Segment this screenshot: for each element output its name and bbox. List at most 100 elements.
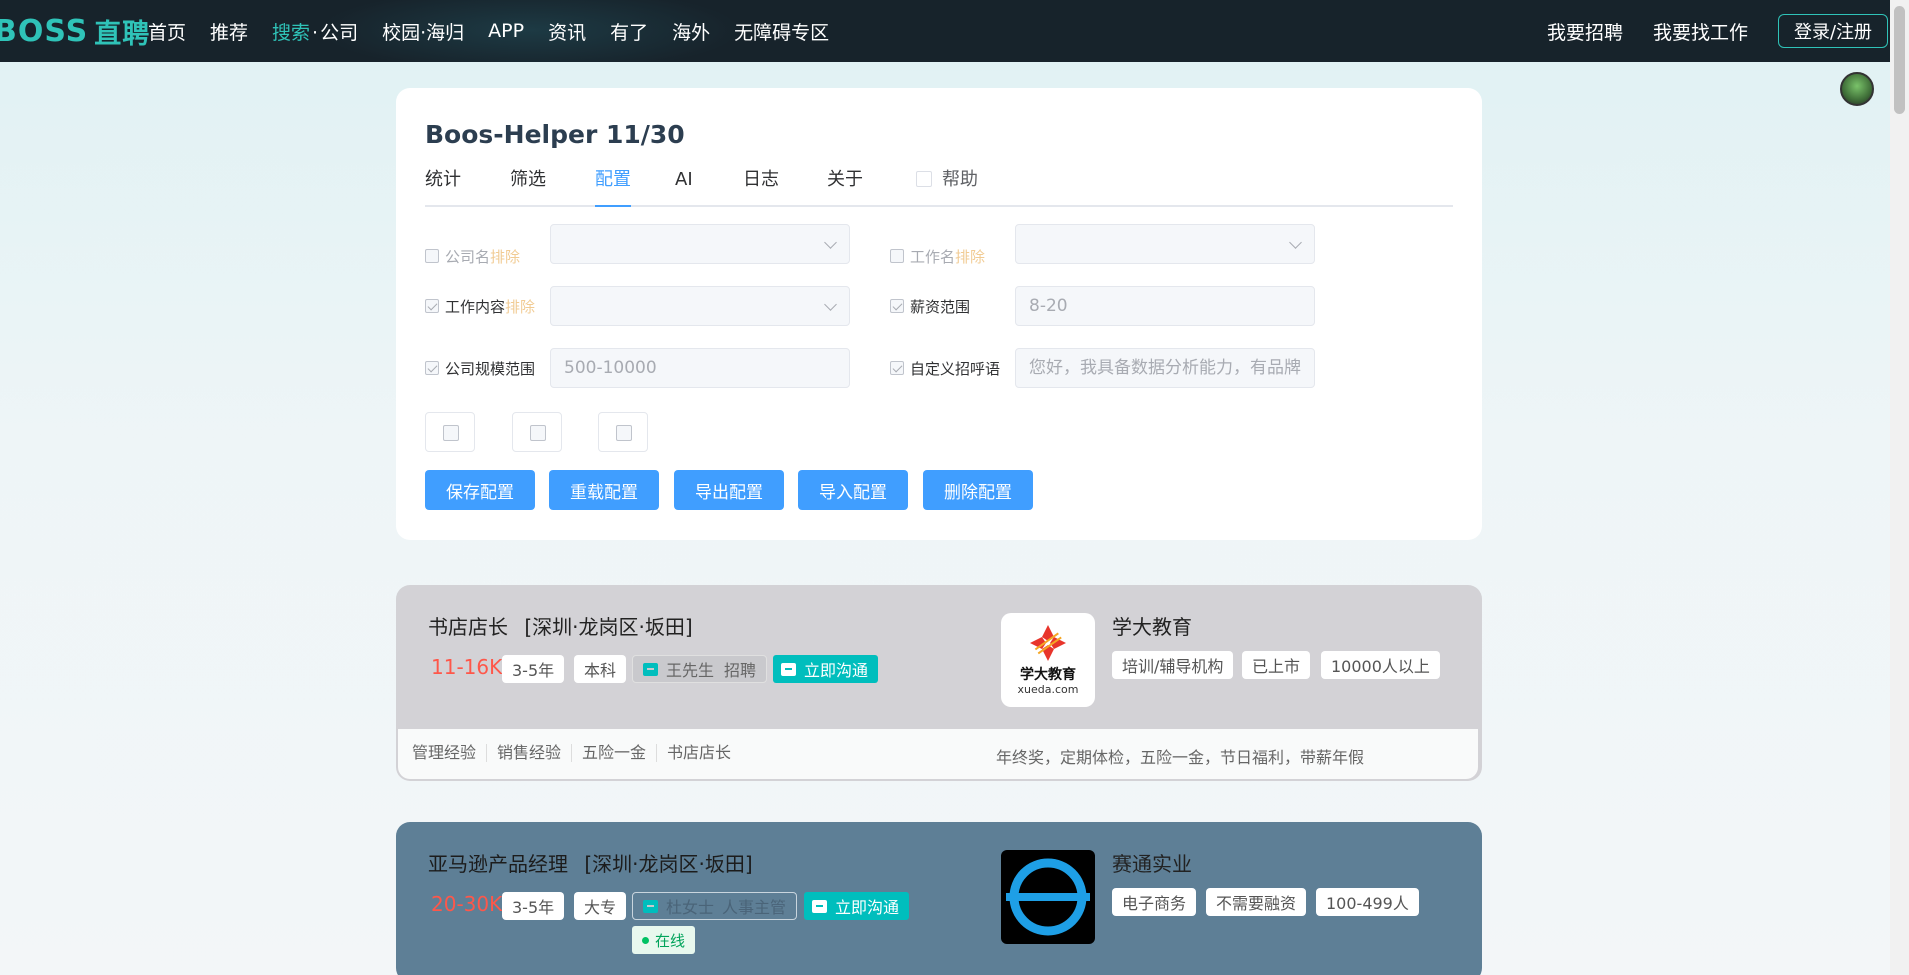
scrollbar-thumb[interactable] [1894,6,1905,114]
chevron-down-icon [824,236,837,249]
company-name-exclude-label[interactable]: 公司名 排除 [425,236,520,276]
chat-now-label: 立即沟通 [835,898,900,917]
company-name-select[interactable] [550,224,850,264]
chevron-down-icon [1289,236,1302,249]
job-name-checkbox[interactable] [890,249,904,263]
export-config-button[interactable]: 导出配置 [674,470,784,510]
chat-now-button[interactable]: 立即沟通 [804,892,910,920]
job-location: [深圳·龙岗区·坂田] [584,852,753,876]
company-name-checkbox[interactable] [425,249,439,263]
main-nav: 首页 推荐 搜索 · 公司 校园·海归 APP 资讯 有了 海外 无障碍专区 [148,0,853,62]
tab-about[interactable]: 关于 [827,168,863,207]
tab-help[interactable]: 帮助 [916,168,978,207]
xueda-logo-icon: 学大教育 xueda.com [1018,625,1078,696]
help-checkbox[interactable] [916,171,932,187]
job-card[interactable]: 书店店长 [深圳·龙岗区·坂田] 11-16K 3-5年 本科 王先生 招聘 立… [396,585,1482,781]
option-checkbox-1[interactable] [425,412,475,452]
job-exp-tag: 3-5年 [502,655,565,683]
job-name-exclude-label[interactable]: 工作名 排除 [890,236,985,276]
company-scale-checkbox[interactable] [425,361,439,375]
nav-youle[interactable]: 有了 [610,18,648,45]
chat-now-label: 立即沟通 [804,661,869,680]
option-checkbox-2[interactable] [512,412,562,452]
nav-search[interactable]: 搜索 [272,22,310,44]
company-scale-label[interactable]: 公司规模范围 [425,348,535,388]
nav-recommend[interactable]: 推荐 [210,18,248,45]
tab-config[interactable]: 配置 [595,168,631,207]
company-logo[interactable]: 学大教育 xueda.com [1001,613,1095,707]
job-content-exclude-label[interactable]: 工作内容 排除 [425,286,535,326]
helper-tabs: 统计 筛选 配置 AI 日志 关于 帮助 [425,168,1453,207]
right-nav: 我要招聘 我要找工作 登录/注册 [1547,0,1890,62]
chat-icon [781,662,796,676]
chat-icon [643,899,658,913]
save-config-button[interactable]: 保存配置 [425,470,535,510]
boss-name: 杜女士 [666,898,715,917]
salary-range-label[interactable]: 薪资范围 [890,286,970,326]
nav-home[interactable]: 首页 [148,18,186,45]
company-name-label: 公司名 [445,247,491,266]
nav-recruit[interactable]: 我要招聘 [1547,18,1623,45]
helper-panel: Boos-Helper 11/30 统计 筛选 配置 AI 日志 关于 帮助 公… [396,88,1482,540]
nav-find-job[interactable]: 我要找工作 [1653,18,1748,45]
tab-log[interactable]: 日志 [743,168,779,207]
boss-logo[interactable]: BOSS 直聘 [0,12,150,50]
job-exp-tag: 3-5年 [502,892,565,920]
company-logo[interactable] [1001,850,1095,944]
page-scrollbar[interactable] [1890,0,1909,975]
job-content-select[interactable] [550,286,850,326]
top-navbar: BOSS 直聘 首页 推荐 搜索 · 公司 校园·海归 APP 资讯 有了 海外 无… [0,0,1890,62]
reload-config-button[interactable]: 重载配置 [549,470,659,510]
online-status-badge: 在线 [632,926,696,954]
skill-tag: 书店店长 [656,744,741,762]
delete-config-button[interactable]: 删除配置 [923,470,1033,510]
nav-overseas[interactable]: 海外 [672,18,710,45]
nav-campus[interactable]: 校园·海归 [382,18,464,45]
saitong-logo-icon [1006,858,1090,936]
helper-avatar-icon[interactable] [1840,72,1874,106]
nav-search-company[interactable]: 搜索 · 公司 [272,18,358,45]
job-title[interactable]: 亚马逊产品经理 [深圳·龙岗区·坂田] [428,848,753,877]
nav-app[interactable]: APP [488,20,524,42]
custom-greeting-checkbox[interactable] [890,361,904,375]
job-edu-tag: 本科 [574,655,627,683]
job-card[interactable]: 亚马逊产品经理 [深圳·龙岗区·坂田] 20-30K 3-5年 大专 杜女士 人… [396,822,1482,975]
company-name[interactable]: 赛通实业 [1112,848,1192,877]
nav-company[interactable]: 公司 [320,22,358,44]
nav-accessibility[interactable]: 无障碍专区 [734,18,829,45]
job-edu-tag: 大专 [574,892,627,920]
custom-greeting-label[interactable]: 自定义招呼语 [890,348,1000,388]
company-name[interactable]: 学大教育 [1112,611,1192,640]
tab-filter[interactable]: 筛选 [510,168,546,207]
skill-tag: 五险一金 [571,744,656,762]
chat-icon [643,662,658,676]
tab-stats[interactable]: 统计 [425,168,461,207]
company-tag-stage: 不需要融资 [1206,888,1307,916]
job-content-checkbox[interactable] [425,299,439,313]
boss-info[interactable]: 王先生 招聘 [632,655,768,683]
job-name: 书店店长 [428,615,508,639]
chevron-down-icon [824,298,837,311]
custom-greeting-input[interactable]: 您好，我具备数据分析能力，有品牌 [1015,348,1315,388]
salary-range-input[interactable]: 8-20 [1015,286,1315,326]
company-tag-industry: 电子商务 [1112,888,1197,916]
nav-news[interactable]: 资讯 [548,18,586,45]
tab-ai[interactable]: AI [675,168,693,207]
company-tag-size: 10000人以上 [1321,651,1440,679]
boss-info[interactable]: 杜女士 人事主管 [632,892,798,920]
option-checkbox-3[interactable] [598,412,648,452]
job-title[interactable]: 书店店长 [深圳·龙岗区·坂田] [428,611,693,640]
online-label: 在线 [655,931,686,950]
job-name-select[interactable] [1015,224,1315,264]
company-scale-input[interactable]: 500-10000 [550,348,850,388]
company-tag-industry: 培训/辅导机构 [1112,651,1234,679]
chat-now-button[interactable]: 立即沟通 [773,655,879,683]
import-config-button[interactable]: 导入配置 [798,470,908,510]
job-card-footer: 管理经验 销售经验 五险一金 书店店长 年终奖，定期体检，五险一金，节日福利，带… [398,729,1478,779]
salary-range-checkbox[interactable] [890,299,904,313]
company-tag-size: 100-499人 [1316,888,1419,916]
job-salary: 11-16K [431,655,503,679]
job-salary: 20-30K [431,892,503,916]
scale-label: 公司规模范围 [445,359,536,378]
login-register-button[interactable]: 登录/注册 [1778,14,1888,48]
